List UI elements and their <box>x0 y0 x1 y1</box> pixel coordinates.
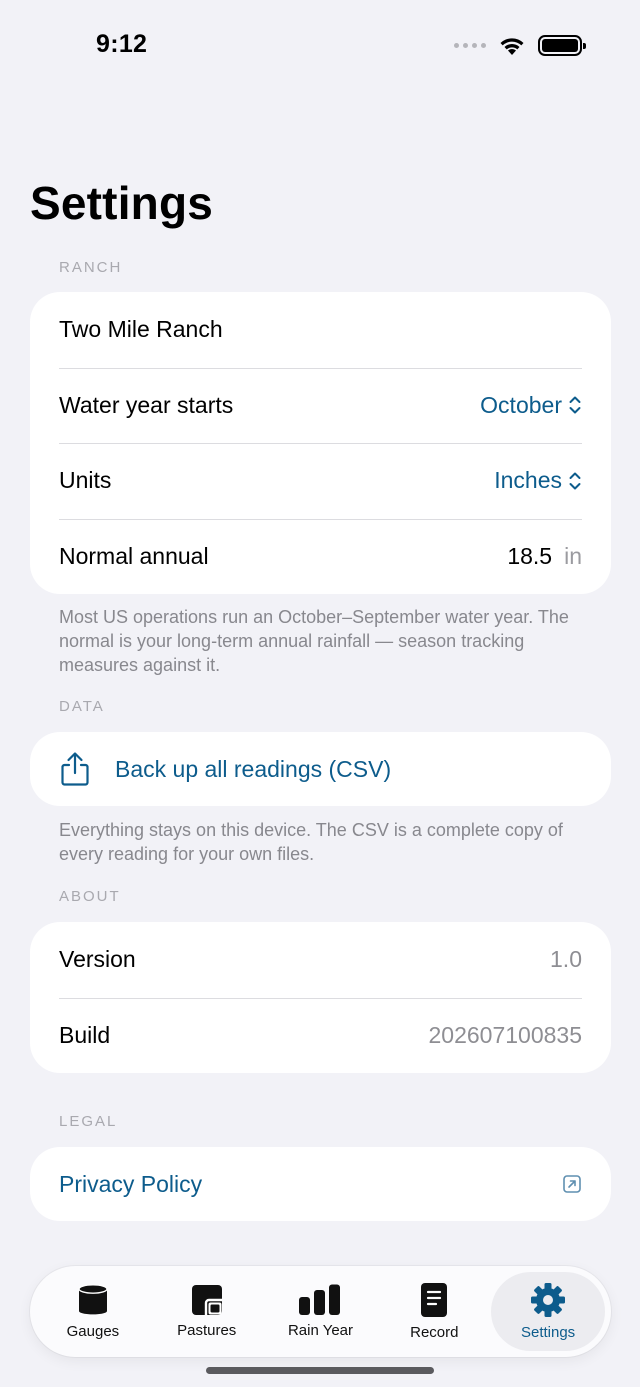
units-label: Units <box>59 467 112 494</box>
privacy-policy-label: Privacy Policy <box>59 1170 203 1197</box>
tab-bar: Gauges Pastures Rain Year Record Setting… <box>30 1266 611 1357</box>
bar-chart-icon <box>299 1284 341 1315</box>
section-header-legal: LEGAL <box>59 1113 118 1130</box>
share-upload-icon <box>61 752 89 786</box>
section-header-ranch: RANCH <box>59 259 123 276</box>
version-row: Version 1.0 <box>30 922 611 998</box>
privacy-policy-link[interactable]: Privacy Policy <box>30 1147 611 1221</box>
backup-csv-button[interactable]: Back up all readings (CSV) <box>30 732 611 806</box>
normal-annual-row[interactable]: Normal annual 18.5 in <box>30 518 611 595</box>
backup-csv-label: Back up all readings (CSV) <box>115 755 392 782</box>
section-header-about: ABOUT <box>59 888 121 905</box>
status-icons <box>454 35 586 56</box>
cellular-signal-icon <box>454 43 486 48</box>
ranch-card: Two Mile Ranch Water year starts October… <box>30 292 611 594</box>
chevron-up-down-icon <box>569 396 581 414</box>
tab-pastures-label: Pastures <box>177 1322 237 1339</box>
version-value: 1.0 <box>550 946 582 973</box>
gear-icon <box>531 1283 566 1317</box>
about-card: Version 1.0 Build 202607100835 <box>30 922 611 1073</box>
tab-rain-year[interactable]: Rain Year <box>264 1272 378 1351</box>
status-time: 9:12 <box>96 30 148 58</box>
ranch-name-field[interactable]: Two Mile Ranch <box>59 316 223 343</box>
wifi-icon <box>500 37 524 55</box>
battery-icon <box>538 35 586 56</box>
build-row: Build 202607100835 <box>30 997 611 1074</box>
legal-card: Privacy Policy <box>30 1147 611 1221</box>
home-indicator <box>206 1367 434 1374</box>
tab-settings[interactable]: Settings <box>491 1272 605 1351</box>
data-footnote: Everything stays on this device. The CSV… <box>59 820 563 864</box>
normal-annual-label: Normal annual <box>59 542 209 569</box>
page-title: Settings <box>30 177 214 229</box>
settings-screen: 9:12 Settings RANCH Two Mile Ranch Water… <box>0 0 640 1387</box>
water-year-picker[interactable]: October <box>480 392 582 419</box>
tab-rain-year-label: Rain Year <box>287 1322 354 1339</box>
tab-settings-label: Settings <box>520 1324 576 1341</box>
ranch-footnote: Most US operations run an October–Septem… <box>59 607 569 675</box>
chevron-up-down-icon <box>569 472 581 490</box>
tab-pastures[interactable]: Pastures <box>150 1272 264 1351</box>
units-value: Inches <box>494 467 562 494</box>
tab-record[interactable]: Record <box>377 1272 491 1351</box>
tab-record-label: Record <box>410 1324 459 1341</box>
section-header-data: DATA <box>59 698 105 715</box>
normal-annual-unit: in <box>564 542 582 569</box>
data-card: Back up all readings (CSV) <box>30 732 611 806</box>
water-year-row[interactable]: Water year starts October <box>30 367 611 444</box>
external-link-icon <box>563 1175 581 1193</box>
version-label: Version <box>59 946 136 973</box>
units-picker[interactable]: Inches <box>494 467 582 494</box>
tab-gauges[interactable]: Gauges <box>36 1272 150 1351</box>
normal-annual-value[interactable]: 18.5 <box>507 543 552 570</box>
build-value: 202607100835 <box>428 1021 583 1048</box>
water-year-label: Water year starts <box>59 391 234 418</box>
pastures-icon <box>191 1285 222 1315</box>
normal-annual-field[interactable]: 18.5 in <box>507 543 582 570</box>
record-document-icon <box>421 1283 448 1317</box>
units-row[interactable]: Units Inches <box>30 443 611 519</box>
ranch-name-row[interactable]: Two Mile Ranch <box>30 292 611 368</box>
gauge-cylinder-icon <box>78 1284 108 1315</box>
build-label: Build <box>59 1021 111 1048</box>
water-year-value: October <box>480 391 562 418</box>
tab-gauges-label: Gauges <box>66 1323 120 1340</box>
